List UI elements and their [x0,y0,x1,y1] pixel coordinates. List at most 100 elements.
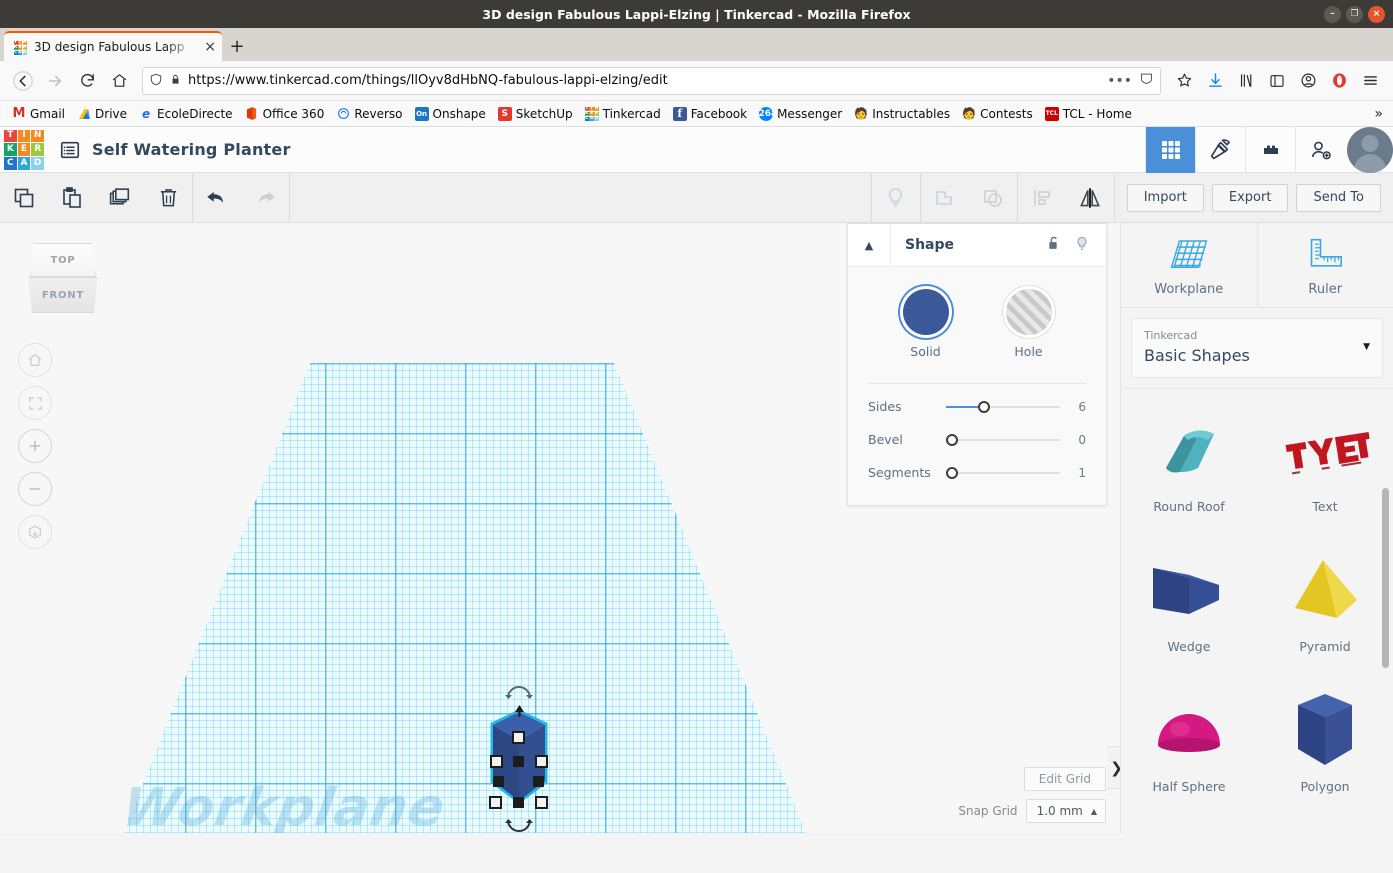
hole-mode-option[interactable]: Hole [1005,289,1052,359]
tab-close-icon[interactable]: × [204,40,216,54]
base-handle-right[interactable] [535,796,548,809]
bevel-slider[interactable] [946,432,1060,448]
corner-handle-left[interactable] [493,776,504,787]
shape-half-sphere[interactable]: Half Sphere [1121,675,1257,815]
solid-mode-option[interactable]: Solid [902,289,949,359]
shape-round-roof[interactable]: Round Roof [1121,395,1257,535]
shape-polygon[interactable]: Polygon [1257,675,1393,815]
selected-shape-polygon[interactable] [488,686,550,832]
snap-grid-select[interactable]: 1.0 mm ▲ [1025,799,1106,823]
bookmark-tinkercad[interactable]: T I N K E R C A D Tinkercad [579,105,667,123]
scale-handle-left[interactable] [490,755,503,768]
close-button[interactable]: × [1368,5,1385,23]
solid-color-swatch[interactable] [902,289,949,335]
scale-handle-top[interactable] [512,731,525,744]
maximize-button[interactable]: ❐ [1346,5,1363,23]
reader-pocket-icon[interactable] [1139,71,1154,90]
base-center-handle[interactable] [513,797,524,808]
paste-button[interactable] [48,173,96,223]
lightbulb-icon[interactable] [1074,235,1090,256]
new-tab-button[interactable]: + [222,31,252,61]
rotate-handle-top[interactable] [504,686,534,704]
library-icon[interactable] [1231,66,1261,96]
bookmark-ecoledirecte[interactable]: e EcoleDirecte [133,105,239,123]
opera-extension-icon[interactable] [1324,66,1354,96]
ortho-perspective-button[interactable] [18,515,52,549]
edit-grid-button[interactable]: Edit Grid [1023,767,1106,791]
view-cube-front[interactable]: FRONT [28,277,98,313]
home-button[interactable] [104,66,134,96]
hole-pattern-swatch[interactable] [1005,289,1052,335]
workplane-surface[interactable] [117,363,813,833]
project-menu-icon[interactable] [48,139,92,161]
scale-handle-right[interactable] [535,755,548,768]
expand-panel-tab[interactable]: ❯ [1107,746,1120,789]
ruler-tool[interactable]: Ruler [1258,223,1393,307]
workplane-tool[interactable]: Workplane [1121,223,1258,307]
bookmarks-overflow-icon[interactable]: » [1374,106,1387,122]
downloads-icon[interactable] [1200,66,1230,96]
unlock-icon[interactable] [1046,235,1062,256]
sidebar-icon[interactable] [1262,66,1292,96]
bookmark-gmail[interactable]: M Gmail [6,105,71,123]
shape-paraboloid[interactable] [1121,815,1257,833]
bookmark-contests[interactable]: 🧑 Contests [956,105,1039,123]
bookmark-tcl-home[interactable]: TCL TCL - Home [1039,105,1138,123]
hamburger-menu-icon[interactable] [1355,66,1385,96]
rotate-handle-bottom[interactable] [504,814,534,832]
blocks-button[interactable] [1245,126,1295,173]
url-bar[interactable]: https://www.tinkercad.com/things/llOyv8d… [142,66,1161,95]
page-actions-icon[interactable]: ••• [1107,73,1132,89]
workplane-grid[interactable]: Workplane [115,363,815,833]
grid-view-button[interactable] [1145,126,1195,173]
shape-pyramid[interactable]: Pyramid [1257,535,1393,675]
bookmark-instructables[interactable]: 🧑 Instructables [848,105,956,123]
bookmark-onshape[interactable]: On Onshape [409,105,492,123]
view-cube[interactable]: TOP FRONT [22,241,104,317]
sides-slider[interactable] [946,399,1060,415]
bookmark-messenger[interactable]: \u26a1 Messenger [749,105,848,123]
corner-handle-right[interactable] [533,776,544,787]
user-avatar[interactable] [1347,126,1393,173]
segments-slider[interactable] [946,465,1060,481]
top-arrow-handle[interactable] [515,705,524,717]
shape-text[interactable]: Text [1257,395,1393,535]
export-button[interactable]: Export [1211,183,1289,212]
send-to-button[interactable]: Send To [1296,183,1381,212]
delete-button[interactable] [144,173,192,223]
document-name[interactable]: Self Watering Planter [92,140,291,159]
library-scrollbar[interactable] [1382,488,1389,668]
shape-wedge[interactable]: Wedge [1121,535,1257,675]
import-button[interactable]: Import [1126,183,1204,212]
bookmark-office360[interactable]: Office 360 [239,105,331,123]
zoom-out-button[interactable] [18,472,52,506]
collapse-panel-button[interactable]: ▲ [848,223,891,267]
account-icon[interactable] [1293,66,1323,96]
bookmark-star-icon[interactable] [1169,66,1199,96]
home-view-button[interactable] [18,343,52,377]
shape-torus[interactable] [1257,815,1393,833]
library-collection-select[interactable]: Tinkercad Basic Shapes ▼ [1131,318,1383,379]
reload-button[interactable] [72,66,102,96]
codeblocks-button[interactable] [1195,126,1245,173]
tinkercad-logo[interactable]: TIN KER CAD [0,127,48,173]
base-handle-left[interactable] [489,796,502,809]
view-cube-top[interactable]: TOP [30,243,96,277]
3d-canvas[interactable]: Workplane TOP FRONT Edit Grid Snap Grid … [0,223,1120,833]
center-handle[interactable] [513,756,524,767]
bookmark-sketchup[interactable]: S SketchUp [492,105,579,123]
bookmark-facebook[interactable]: f Facebook [667,105,753,123]
browser-tab[interactable]: TIN KER CAD 3D design Fabulous Lapp × [4,31,222,61]
bookmark-reverso[interactable]: Reverso [330,105,408,123]
invite-people-button[interactable] [1295,126,1345,173]
duplicate-button[interactable] [96,173,144,223]
back-button[interactable] [8,66,38,96]
mirror-button[interactable] [1066,173,1114,223]
bookmark-drive[interactable]: Drive [71,105,133,123]
minimize-button[interactable]: – [1324,5,1341,23]
tracking-shield-icon[interactable] [149,72,163,90]
undo-button[interactable] [193,173,241,223]
zoom-in-button[interactable] [18,429,52,463]
fit-to-view-button[interactable] [18,386,52,420]
copy-button[interactable] [0,173,48,223]
